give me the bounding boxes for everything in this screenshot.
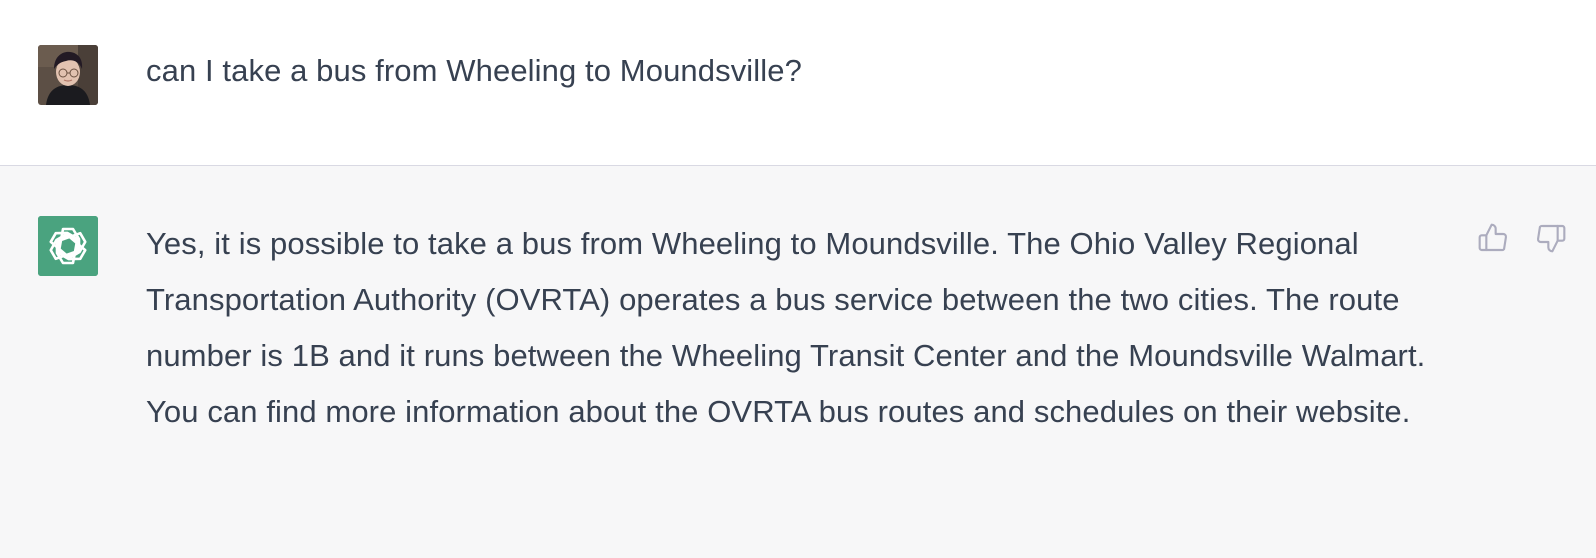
feedback-buttons	[1476, 221, 1568, 255]
openai-logo-icon	[38, 216, 98, 276]
user-message-row: can I take a bus from Wheeling to Mounds…	[0, 0, 1596, 166]
assistant-message-text: Yes, it is possible to take a bus from W…	[146, 226, 1426, 429]
thumbs-down-button[interactable]	[1534, 221, 1568, 255]
user-photo-avatar	[38, 45, 98, 105]
user-avatar	[38, 45, 98, 105]
thumbs-up-icon	[1478, 223, 1507, 252]
assistant-message-row: Yes, it is possible to take a bus from W…	[0, 166, 1596, 558]
user-message-text: can I take a bus from Wheeling to Mounds…	[146, 53, 802, 88]
assistant-avatar	[38, 216, 98, 276]
thumbs-up-button[interactable]	[1476, 221, 1510, 255]
thumbs-down-icon	[1537, 224, 1566, 253]
